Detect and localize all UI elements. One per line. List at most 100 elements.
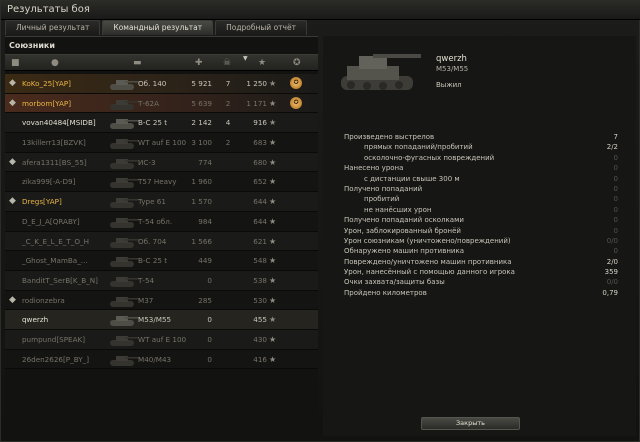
- player-row[interactable]: zika999[-A-D9] T57 Heavy 1 960 652 ★: [5, 172, 318, 193]
- xp-value: 455: [253, 315, 267, 325]
- player-name: BanditT_SerB[K_B_N]: [22, 275, 98, 285]
- team-heading: Союзники: [9, 41, 55, 50]
- rank-badge-icon: ◆: [9, 97, 16, 108]
- star-icon: ★: [269, 256, 277, 266]
- player-row[interactable]: qwerzh M53/M55 0 455 ★: [5, 310, 318, 330]
- xp-value: 621: [253, 236, 267, 246]
- damage-value: 449: [198, 256, 212, 266]
- tank-thumbnail-icon: [110, 198, 139, 209]
- player-row[interactable]: 13killerr13[BZVK] WT auf E 100 3 100 2 683 ★: [5, 133, 318, 153]
- stat-row: пробитий 0: [323, 194, 636, 204]
- medal-icon[interactable]: ✪: [293, 58, 301, 68]
- stat-value: 0: [613, 226, 618, 235]
- rank-badge-icon: ◆: [9, 196, 16, 207]
- damage-value: 2 142: [191, 118, 212, 128]
- damage-value: 0: [207, 354, 212, 364]
- detail-tank-name: M53/M55: [436, 65, 469, 73]
- xp-value: 652: [253, 177, 267, 187]
- stat-label: Пройдено километров: [344, 288, 427, 297]
- stat-value: 0: [613, 205, 618, 214]
- player-row[interactable]: pumpund[SPEAK] WT auf E 100 0 430 ★: [5, 329, 318, 350]
- player-icon[interactable]: ●: [51, 58, 59, 68]
- tank-name: Об. 704: [138, 236, 167, 246]
- damage-icon[interactable]: ✚: [195, 58, 203, 68]
- damage-value: 984: [198, 216, 212, 226]
- player-name: Dregs[YAP]: [22, 197, 62, 207]
- tank-thumbnail-icon: [110, 80, 139, 90]
- rank-badge-icon: ◆: [9, 294, 16, 305]
- tank-icon[interactable]: ▬: [133, 58, 142, 68]
- player-name: vovan40484[MSIDB]: [22, 118, 96, 128]
- medal-icon: ✪: [290, 96, 302, 109]
- tab-personal-result[interactable]: Личный результат: [5, 20, 101, 35]
- star-icon: ★: [269, 315, 277, 325]
- stat-value: 0: [613, 174, 618, 183]
- player-row[interactable]: _Ghost_MamBa_... В-С 25 t 449 548 ★: [5, 251, 318, 271]
- stat-value: 0: [613, 195, 618, 204]
- tank-name: Т-62А: [138, 98, 160, 108]
- stat-row: Урон союзникам (уничтожено/повреждений) 0…: [323, 236, 636, 246]
- star-icon: ★: [269, 354, 277, 364]
- stat-label: Получено попаданий осколками: [344, 216, 464, 225]
- xp-value: 416: [253, 354, 267, 364]
- rank-badge-icon: ◆: [9, 156, 16, 167]
- player-row[interactable]: vovan40484[MSIDB] В-С 25 t 2 142 4 916 ★: [5, 113, 318, 134]
- xp-value: 530: [253, 295, 267, 305]
- stats-list: Произведено выстрелов 7 прямых попаданий/п…: [323, 132, 636, 298]
- rank-icon[interactable]: ■: [11, 58, 20, 68]
- player-name: morbom[YAP]: [22, 98, 72, 108]
- team-list: ◆ KoKo_25[YAP] Об. 140 5 921 7 1 250 ★ ✪ ◆ morbom…: [5, 74, 318, 370]
- tank-portrait-icon: [341, 54, 421, 90]
- tank-name: M37: [138, 295, 154, 305]
- player-name: 13killerr13[BZVK]: [22, 138, 86, 148]
- damage-value: 5 921: [191, 79, 212, 88]
- battle-results-window: Результаты боя Личный результат Командны…: [0, 0, 640, 442]
- tab-bar: Личный результат Командный результат Под…: [5, 20, 309, 35]
- damage-value: 1 570: [191, 197, 212, 207]
- stat-row: Нанесено урона 0: [323, 163, 636, 173]
- stat-value: 7: [613, 133, 618, 141]
- stat-value: 0/0: [606, 278, 618, 287]
- damage-value: 3 100: [191, 138, 212, 148]
- tank-thumbnail-icon: [110, 296, 139, 307]
- player-row[interactable]: ◆ afera1311[BS_55] ИС-3 774 680 ★: [5, 152, 318, 173]
- player-name: pumpund[SPEAK]: [22, 334, 86, 344]
- tank-thumbnail-icon: [110, 158, 139, 169]
- stat-value: 0: [613, 216, 618, 225]
- tank-name: В-С 25 t: [138, 118, 168, 128]
- player-row[interactable]: D_E_J_A[QRABY] Т-54 обл. 984 644 ★: [5, 211, 318, 232]
- player-row[interactable]: ◆ KoKo_25[YAP] Об. 140 5 921 7 1 250 ★ ✪: [5, 74, 318, 94]
- close-button[interactable]: Закрыть: [421, 417, 520, 430]
- xp-value: 1 171: [246, 98, 267, 108]
- xp-value: 1 250: [246, 79, 267, 88]
- star-icon: ★: [269, 79, 277, 88]
- player-row[interactable]: ◆ rodionzebra M37 285 530 ★: [5, 290, 318, 311]
- stat-row: осколочно-фугасных повреждений 0: [323, 153, 636, 163]
- tank-thumbnail-icon: [110, 276, 139, 287]
- stat-label: не нанёсших урон: [364, 205, 432, 214]
- player-name: _C_K_E_L_E_T_O_H: [22, 236, 90, 246]
- tab-team-result[interactable]: Командный результат: [102, 20, 214, 35]
- tab-detailed-report[interactable]: Подробный отчёт: [215, 20, 307, 35]
- xp-star-icon[interactable]: ★: [258, 58, 266, 68]
- player-row[interactable]: 26den2626[P_BY_] M40/M43 0 416 ★: [5, 349, 318, 370]
- tank-thumbnail-icon: [110, 217, 139, 228]
- stat-label: осколочно-фугасных повреждений: [364, 153, 495, 162]
- stat-label: Повреждено/уничтожено машин противника: [344, 257, 512, 266]
- frag-icon[interactable]: ☠: [223, 58, 231, 68]
- stat-row: Очки захвата/защиты базы 0/0: [323, 277, 636, 287]
- stat-label: Произведено выстрелов: [344, 133, 435, 141]
- tank-name: M40/M43: [138, 354, 172, 364]
- player-row[interactable]: _C_K_E_L_E_T_O_H Об. 704 1 566 621 ★: [5, 231, 318, 252]
- player-row[interactable]: ◆ Dregs[YAP] Type 61 1 570 644 ★: [5, 192, 318, 212]
- stat-label: Получено попаданий: [344, 184, 423, 193]
- player-row[interactable]: BanditT_SerB[K_B_N] Т-54 0 538 ★: [5, 270, 318, 291]
- stat-row: Получено попаданий осколками 0: [323, 215, 636, 225]
- star-icon: ★: [269, 236, 277, 246]
- player-row[interactable]: ◆ morbom[YAP] Т-62А 5 639 2 1 171 ★ ✪: [5, 93, 318, 114]
- xp-value: 644: [253, 197, 267, 207]
- star-icon: ★: [269, 138, 277, 148]
- stat-value: 0: [613, 153, 618, 162]
- xp-value: 548: [253, 256, 267, 266]
- stat-label: Обнаружено машин противника: [344, 247, 465, 256]
